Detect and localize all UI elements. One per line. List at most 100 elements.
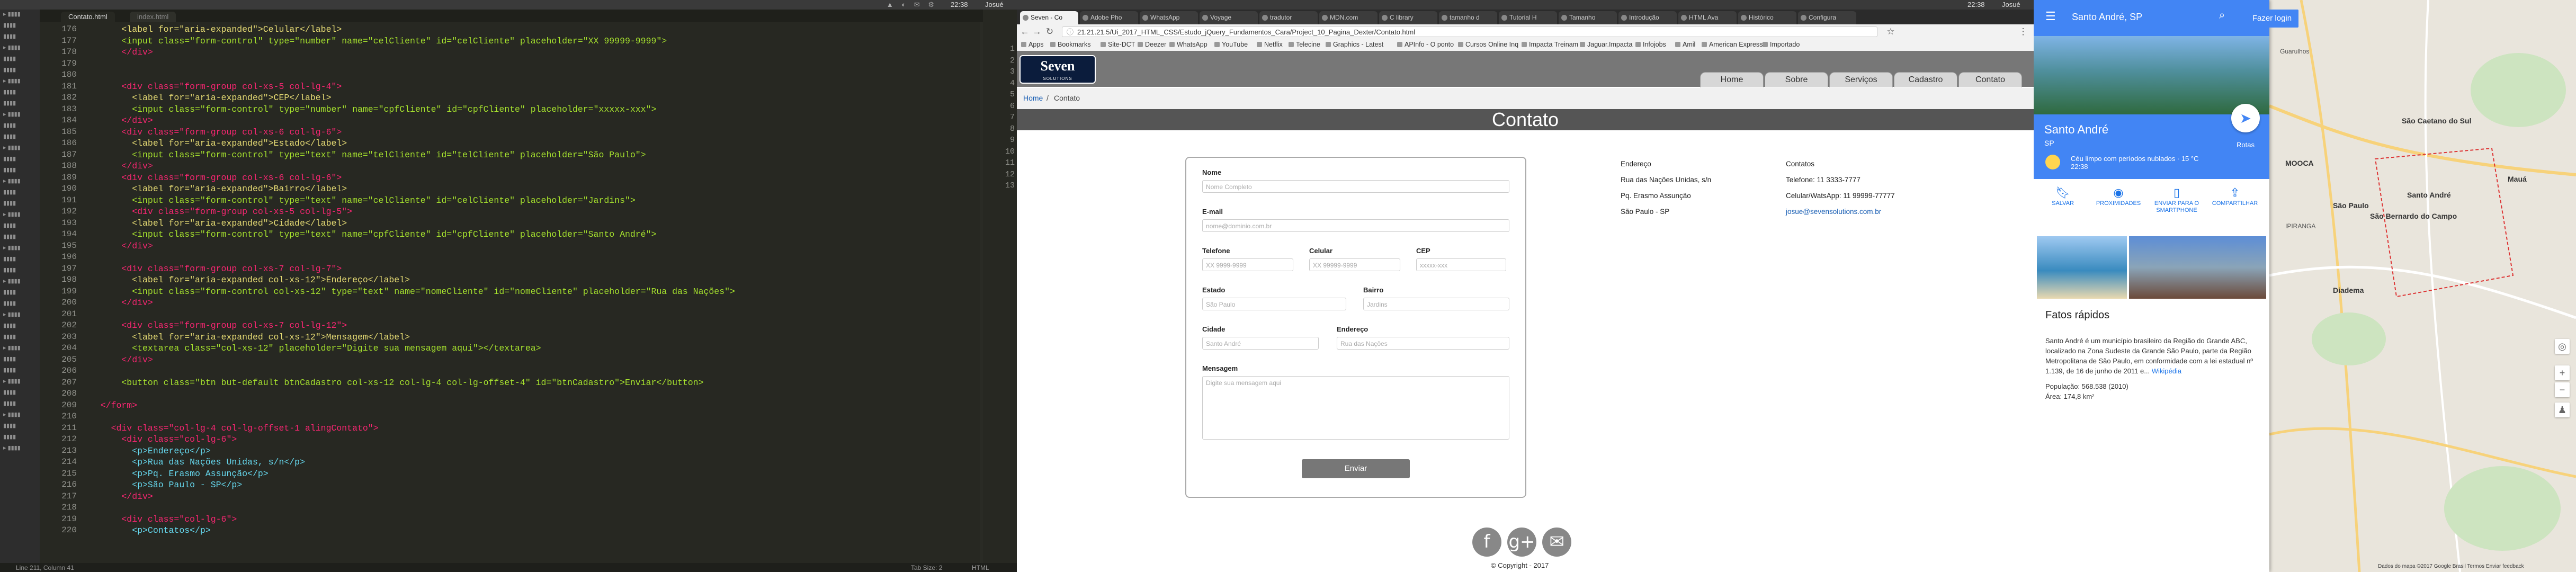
nav-servicos[interactable]: Serviços (1829, 72, 1893, 87)
contact-email-link[interactable]: josue@sevensolutions.com.br (1786, 208, 1881, 216)
menu-icon[interactable]: ⋮ (2018, 26, 2028, 37)
sidebar-tree-item[interactable]: ▮▮▮▮ (3, 266, 37, 276)
sidebar-tree-item[interactable]: ▸ ▮▮▮▮ (3, 444, 37, 454)
code-line[interactable]: <div class="form-group col-xs-7 col-lg-1… (90, 320, 347, 330)
code-line[interactable]: <div class="form-group col-xs-6 col-lg-6… (90, 127, 342, 137)
sidebar-tree-item[interactable]: ▮▮▮▮ (3, 122, 37, 132)
sidebar-tree-item[interactable]: ▸ ▮▮▮▮ (3, 44, 37, 54)
code-line[interactable]: <div class="col-lg-4 col-lg-offset-1 ali… (90, 423, 379, 433)
sidebar-tree-item[interactable]: ▮▮▮▮ (3, 133, 37, 143)
bookmark-item[interactable]: Deezer (1138, 41, 1166, 48)
code-line[interactable]: </div> (90, 161, 153, 171)
nav-sobre[interactable]: Sobre (1765, 72, 1828, 87)
bookmark-item[interactable]: Impacta Treinam (1522, 41, 1578, 48)
sidebar-tree-item[interactable]: ▮▮▮▮ (3, 355, 37, 365)
zoom-out-icon[interactable]: − (2555, 382, 2570, 397)
code-line[interactable]: <p>Rua das Nações Unidas, s/n</p> (90, 457, 305, 467)
browser-tab[interactable]: Tutorial H (1499, 11, 1557, 24)
map-canvas[interactable]: Guarulhos MOOCA São Caetano do Sul Santo… (2269, 0, 2576, 572)
sidebar-tree-item[interactable]: ▮▮▮▮ (3, 88, 37, 99)
sidebar-tree-item[interactable]: ▮▮▮▮ (3, 222, 37, 232)
bookmark-item[interactable]: Jaguar.Impacta (1580, 41, 1632, 48)
sidebar-tree-item[interactable]: ▮▮▮▮ (3, 389, 37, 399)
nav-cadastro[interactable]: Cadastro (1894, 72, 1957, 87)
mensagem-textarea[interactable]: Digite sua mensagem aqui (1202, 376, 1509, 440)
sidebar-tree-item[interactable]: ▮▮▮▮ (3, 166, 37, 176)
code-line[interactable]: <input class="form-control" type="text" … (90, 150, 646, 160)
share-button[interactable]: ⇪ COMPARTILHAR (2211, 185, 2259, 207)
browser-tab[interactable]: HTML Ava (1678, 11, 1737, 24)
system-tray-icons[interactable]: ▲ ◐ ✉ ⚙ (887, 1, 937, 9)
search-icon[interactable]: ⌕ (2219, 10, 2225, 22)
cidade-input[interactable]: Santo André (1202, 337, 1319, 350)
nome-input[interactable]: Nome Completo (1202, 180, 1509, 193)
sidebar-tree-item[interactable]: ▮▮▮▮ (3, 33, 37, 43)
bookmark-item[interactable]: Bookmarks (1050, 41, 1091, 48)
sidebar-tree-item[interactable]: ▮▮▮▮ (3, 22, 37, 32)
location-icon[interactable]: ◎ (2555, 339, 2570, 354)
user-name[interactable]: Josué (985, 1, 1004, 8)
code-line[interactable]: <label for="aria-expanded">Estado</label… (90, 138, 347, 148)
code-line[interactable]: <textarea class="col-xs-12" placeholder=… (90, 343, 541, 353)
sidebar-tree-item[interactable]: ▮▮▮▮ (3, 66, 37, 76)
code-line[interactable]: <button class="btn but-default btnCadast… (90, 378, 703, 388)
bird-icon[interactable]: ✉ (1542, 528, 1571, 557)
celular-input[interactable]: XX 99999-9999 (1309, 258, 1400, 271)
code-line[interactable]: <label for="aria-expanded col-xs-12">End… (90, 275, 410, 285)
sidebar-tree-item[interactable]: ▸ ▮▮▮▮ (3, 11, 37, 21)
url-input[interactable]: ⓘ 21.21.21.5/Ui_2017_HTML_CSS/Estudo_jQu… (1062, 26, 1877, 37)
browser-tab[interactable]: Seven - Co (1020, 11, 1078, 24)
sidebar-tree-item[interactable]: ▮▮▮▮ (3, 289, 37, 299)
code-line[interactable]: </div> (90, 115, 153, 126)
browser-tab[interactable]: MDN.com (1319, 11, 1378, 24)
forward-icon[interactable]: → (1032, 26, 1042, 37)
code-line[interactable]: <label for="aria-expanded">Celular</labe… (90, 24, 342, 34)
bookmark-item[interactable]: Graphics - Latest (1326, 41, 1383, 48)
place-photo[interactable] (2034, 36, 2269, 114)
star-icon[interactable]: ☆ (1885, 26, 1896, 37)
sidebar-tree-item[interactable]: ▸ ▮▮▮▮ (3, 378, 37, 388)
street-view-icon[interactable]: ♟ (2555, 403, 2570, 417)
sidebar-tree-item[interactable]: ▸ ▮▮▮▮ (3, 278, 37, 288)
save-button[interactable]: 🔖︎ SALVAR (2039, 185, 2087, 207)
sidebar-tree-item[interactable]: ▸ ▮▮▮▮ (3, 244, 37, 254)
sidebar-tree-item[interactable]: ▮▮▮▮ (3, 433, 37, 443)
sidebar-tree-item[interactable]: ▸ ▮▮▮▮ (3, 411, 37, 421)
code-line[interactable]: <p>Contatos</p> (90, 525, 211, 535)
reload-icon[interactable]: ↻ (1044, 26, 1055, 37)
search-box[interactable]: ☰ Santo André, SP ⌕ ✕ (2034, 0, 2269, 36)
sidebar-tree-item[interactable]: ▮▮▮▮ (3, 55, 37, 65)
facebook-icon[interactable]: f (1472, 528, 1501, 557)
secondary-editor-pane[interactable]: 1 2 3 4 5 6 7 8 9 10 11 12 13 (983, 10, 1018, 563)
code-line[interactable]: </div> (90, 298, 153, 308)
code-line[interactable]: <div class="form-group col-xs-5 col-lg-4… (90, 82, 342, 92)
code-line[interactable]: </div> (90, 241, 153, 251)
code-area[interactable]: <label for="aria-expanded">Celular</labe… (90, 22, 980, 563)
browser-tab[interactable]: Configura (1798, 11, 1856, 24)
photo-beach[interactable] (2037, 236, 2127, 299)
code-line[interactable]: <input class="form-control col-xs-12" ty… (90, 287, 735, 297)
bookmark-item[interactable]: APInfo - O ponto (1397, 41, 1454, 48)
sidebar-tree-item[interactable]: ▸ ▮▮▮▮ (3, 344, 37, 354)
browser-tab[interactable]: WhatsApp (1140, 11, 1198, 24)
code-line[interactable]: <label for="aria-expanded col-xs-12">Men… (90, 332, 410, 342)
sidebar-tree-item[interactable]: ▸ ▮▮▮▮ (3, 111, 37, 121)
hamburger-icon[interactable]: ☰ (2045, 10, 2056, 23)
photo-building[interactable] (2129, 236, 2266, 299)
code-line[interactable]: <div class="col-lg-6"> (90, 434, 237, 444)
sidebar-tree-item[interactable]: ▸ ▮▮▮▮ (3, 77, 37, 87)
tab-size[interactable]: Tab Size: 2 (911, 564, 942, 571)
send-to-phone-button[interactable]: ▯ ENVIAR PARA O SMARTPHONE (2153, 185, 2201, 214)
email-input[interactable]: nome@dominio.com.br (1202, 219, 1509, 232)
code-line[interactable]: </div> (90, 355, 153, 365)
telefone-input[interactable]: XX 9999-9999 (1202, 258, 1293, 271)
code-line[interactable]: </form> (90, 400, 137, 410)
code-line[interactable]: <div class="col-lg-6"> (90, 514, 237, 524)
directions-icon[interactable]: ➤ (2231, 104, 2260, 132)
bookmark-item[interactable]: Cursos Online Inq (1458, 41, 1518, 48)
code-line[interactable]: </div> (90, 491, 153, 502)
enviar-button[interactable]: Enviar (1302, 459, 1410, 478)
sidebar-tree-item[interactable]: ▮▮▮▮ (3, 322, 37, 332)
login-button[interactable]: Fazer login (2246, 10, 2298, 28)
sidebar-tree-item[interactable]: ▮▮▮▮ (3, 300, 37, 310)
